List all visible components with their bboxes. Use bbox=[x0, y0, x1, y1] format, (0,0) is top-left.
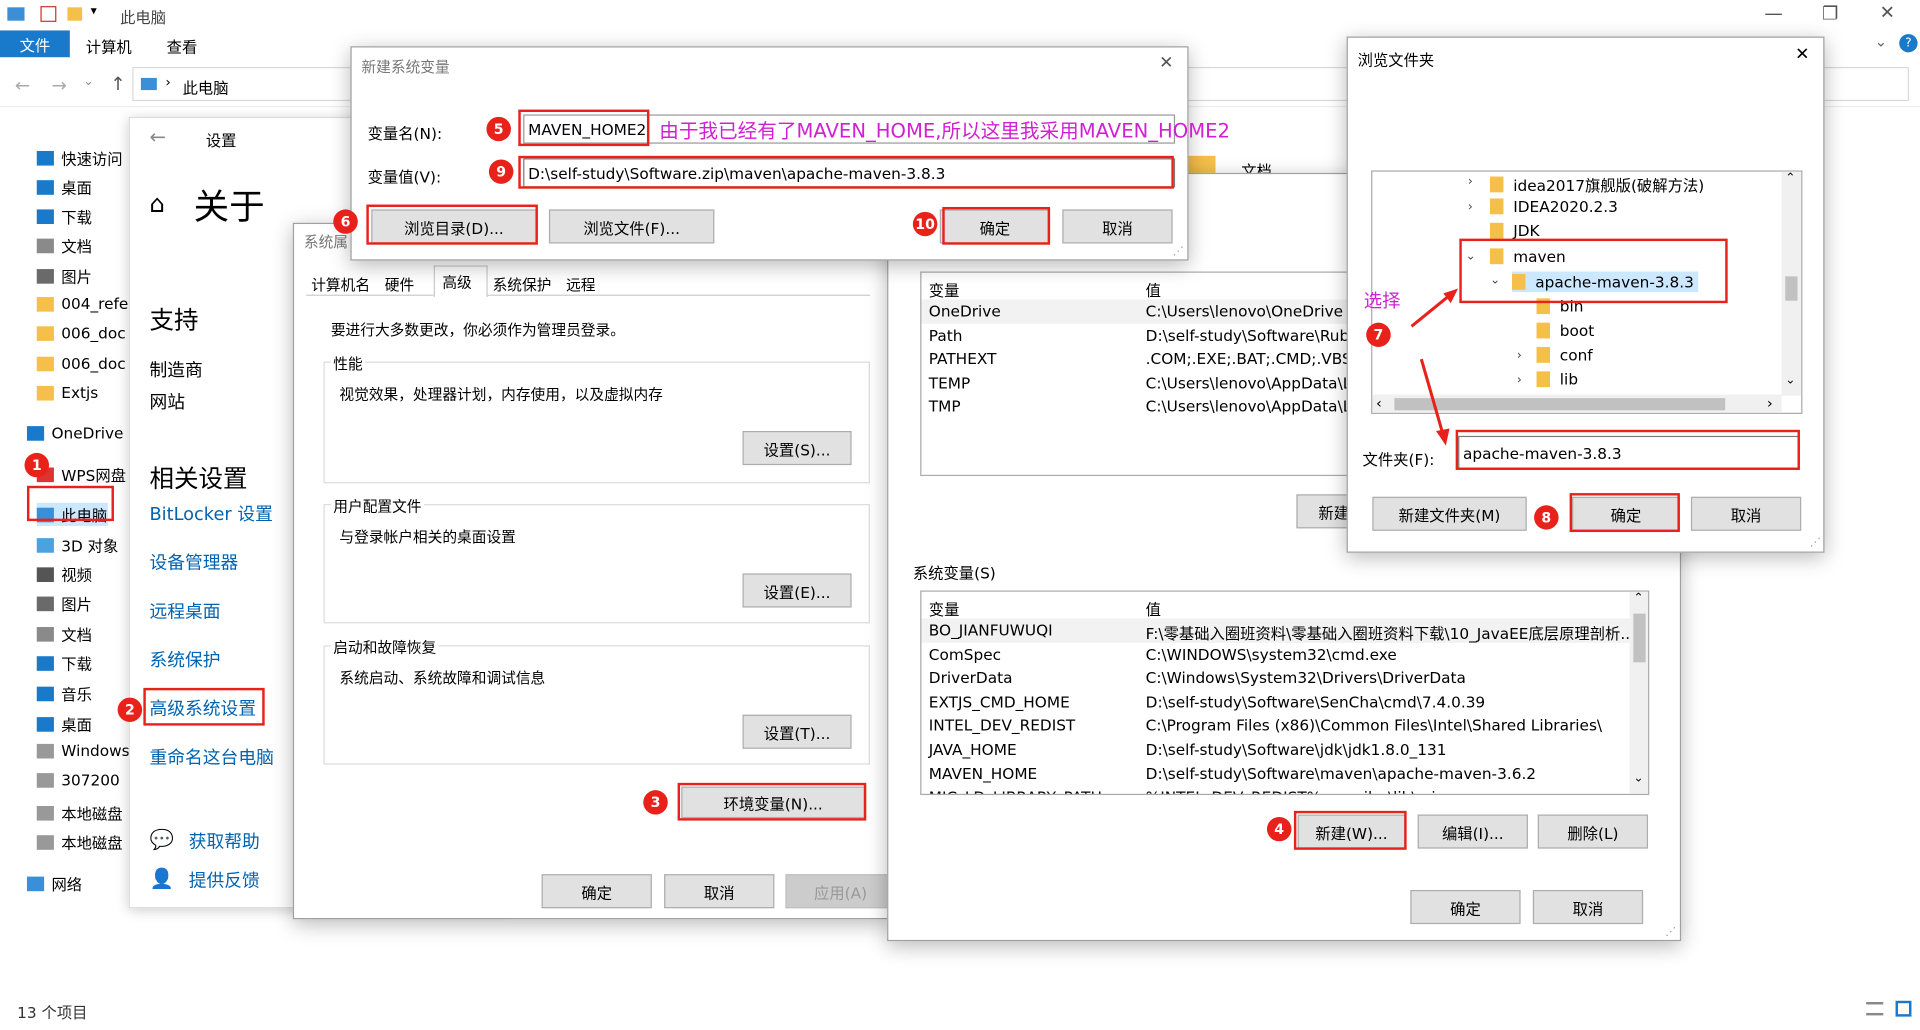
arrow-head bbox=[1436, 428, 1450, 446]
annotation-arrows bbox=[1410, 288, 1459, 446]
screenshot-root: ▾ 此电脑 — ❐ ✕ 文件 计算机 查看 ⌄ ? ← → ⌄ ↑ › 此电脑 … bbox=[0, 0, 1920, 1030]
arrow-to-tree-item bbox=[1410, 292, 1453, 328]
arrow-to-folder-input bbox=[1419, 358, 1445, 437]
arrow-head bbox=[1443, 288, 1459, 304]
